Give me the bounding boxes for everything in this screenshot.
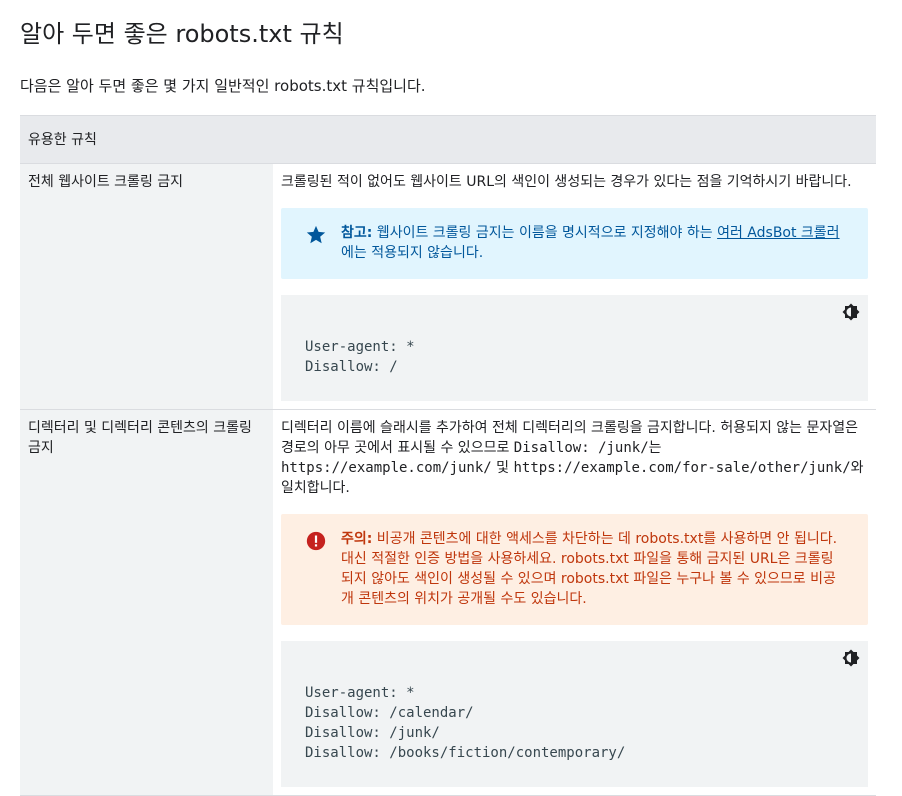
caution-label: 주의: xyxy=(341,531,373,547)
page-title: 알아 두면 좋은 robots.txt 규칙 xyxy=(20,20,344,48)
desc-code: https://example.com/for-sale/other/junk/ xyxy=(513,460,851,476)
note-callout: 참고: 웹사이트 크롤링 금지는 이름을 명시적으로 지정해야 하는 여러 Ad… xyxy=(281,208,868,279)
theme-toggle-icon[interactable] xyxy=(842,649,860,667)
rule-description-cell: 크롤링된 적이 없어도 웹사이트 URL의 색인이 생성되는 경우가 있다는 점… xyxy=(273,163,876,410)
star-icon xyxy=(306,225,326,244)
rule-name: 전체 웹사이트 크롤링 금지 xyxy=(20,163,273,410)
table-header-row: 유용한 규칙 xyxy=(20,115,876,164)
code-text: User-agent: * Disallow: /calendar/ Disal… xyxy=(305,685,626,761)
desc-text: 는 xyxy=(648,440,662,456)
desc-code: https://example.com/junk/ xyxy=(281,460,492,476)
caution-callout: 주의: 비공개 콘텐츠에 대한 액세스를 차단하는 데 robots.txt를 … xyxy=(281,514,868,625)
rule-description: 크롤링된 적이 없어도 웹사이트 URL의 색인이 생성되는 경우가 있다는 점… xyxy=(281,174,852,190)
adsbot-crawlers-link[interactable]: 여러 AdsBot 크롤러 xyxy=(717,225,839,241)
rules-table: 유용한 규칙 전체 웹사이트 크롤링 금지 크롤링된 적이 없어도 웹사이트 U… xyxy=(20,115,876,796)
caution-text: 비공개 콘텐츠에 대한 액세스를 차단하는 데 robots.txt를 사용하면… xyxy=(341,531,838,607)
rule-name: 디렉터리 및 디렉터리 콘텐츠의 크롤링 금지 xyxy=(20,409,273,796)
rule-description-cell: 디렉터리 이름에 슬래시를 추가하여 전체 디렉터리의 크롤링을 금지합니다. … xyxy=(273,409,876,796)
table-header: 유용한 규칙 xyxy=(20,115,876,164)
theme-toggle-icon[interactable] xyxy=(842,303,860,321)
code-block: User-agent: * Disallow: / xyxy=(281,295,868,401)
desc-text: 및 xyxy=(491,460,514,476)
note-text-end: 에는 적용되지 않습니다. xyxy=(341,245,484,261)
note-label: 참고: xyxy=(341,225,373,241)
exclamation-circle-icon xyxy=(306,531,326,551)
note-text: 웹사이트 크롤링 금지는 이름을 명시적으로 지정해야 하는 xyxy=(372,225,718,241)
table-row: 디렉터리 및 디렉터리 콘텐츠의 크롤링 금지 디렉터리 이름에 슬래시를 추가… xyxy=(20,409,876,796)
code-block: User-agent: * Disallow: /calendar/ Disal… xyxy=(281,641,868,787)
rule-description: 디렉터리 이름에 슬래시를 추가하여 전체 디렉터리의 크롤링을 금지합니다. … xyxy=(281,418,868,498)
table-row: 전체 웹사이트 크롤링 금지 크롤링된 적이 없어도 웹사이트 URL의 색인이… xyxy=(20,163,876,410)
intro-text: 다음은 알아 두면 좋은 몇 가지 일반적인 robots.txt 규칙입니다. xyxy=(20,77,426,95)
desc-code: Disallow: /junk/ xyxy=(513,440,649,456)
code-text: User-agent: * Disallow: / xyxy=(305,339,415,375)
